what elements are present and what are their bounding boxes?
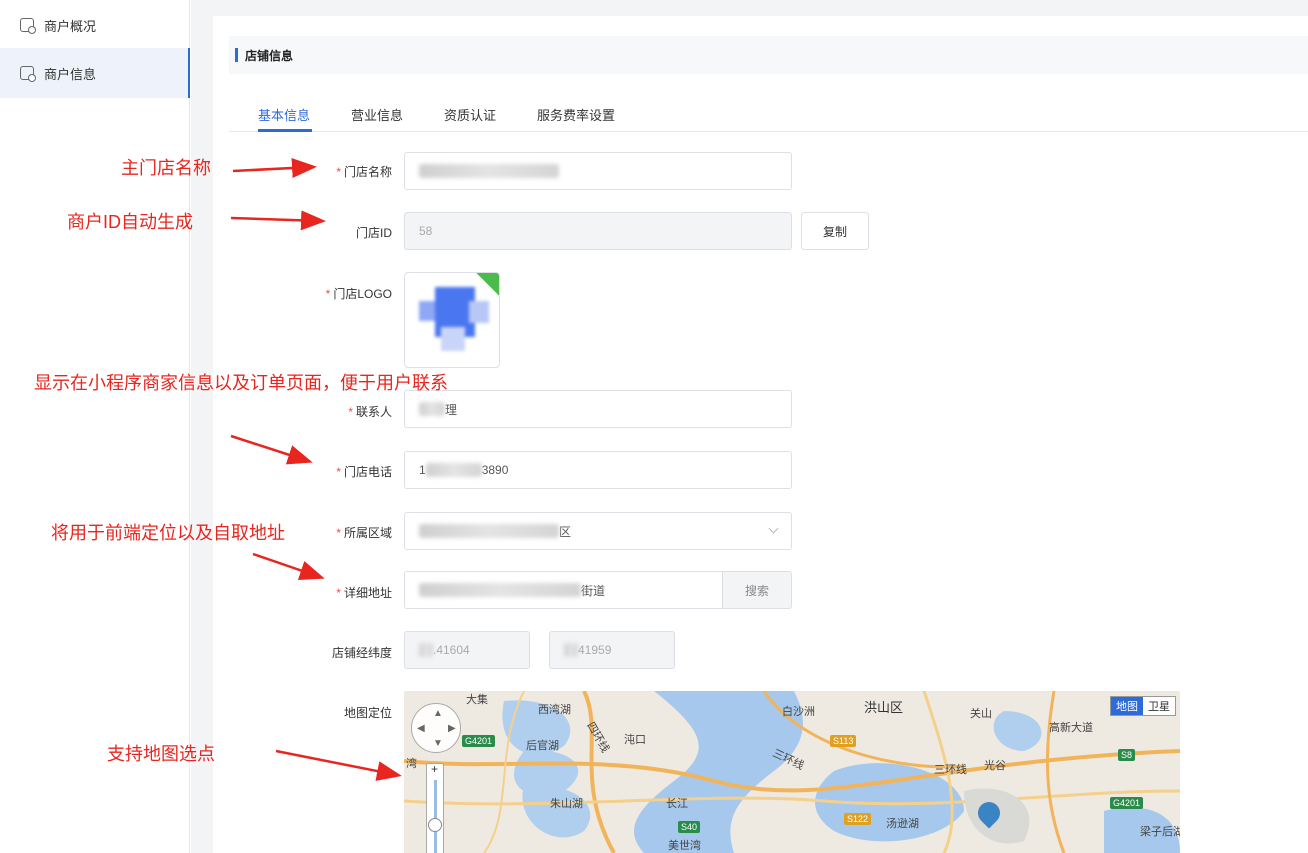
arrow-icon — [230, 210, 326, 231]
arrow-icon — [252, 552, 325, 580]
annotation-arrows — [230, 158, 402, 781]
arrow-icon — [232, 158, 317, 178]
arrow-icon — [230, 434, 313, 465]
arrow-icon — [275, 749, 402, 781]
